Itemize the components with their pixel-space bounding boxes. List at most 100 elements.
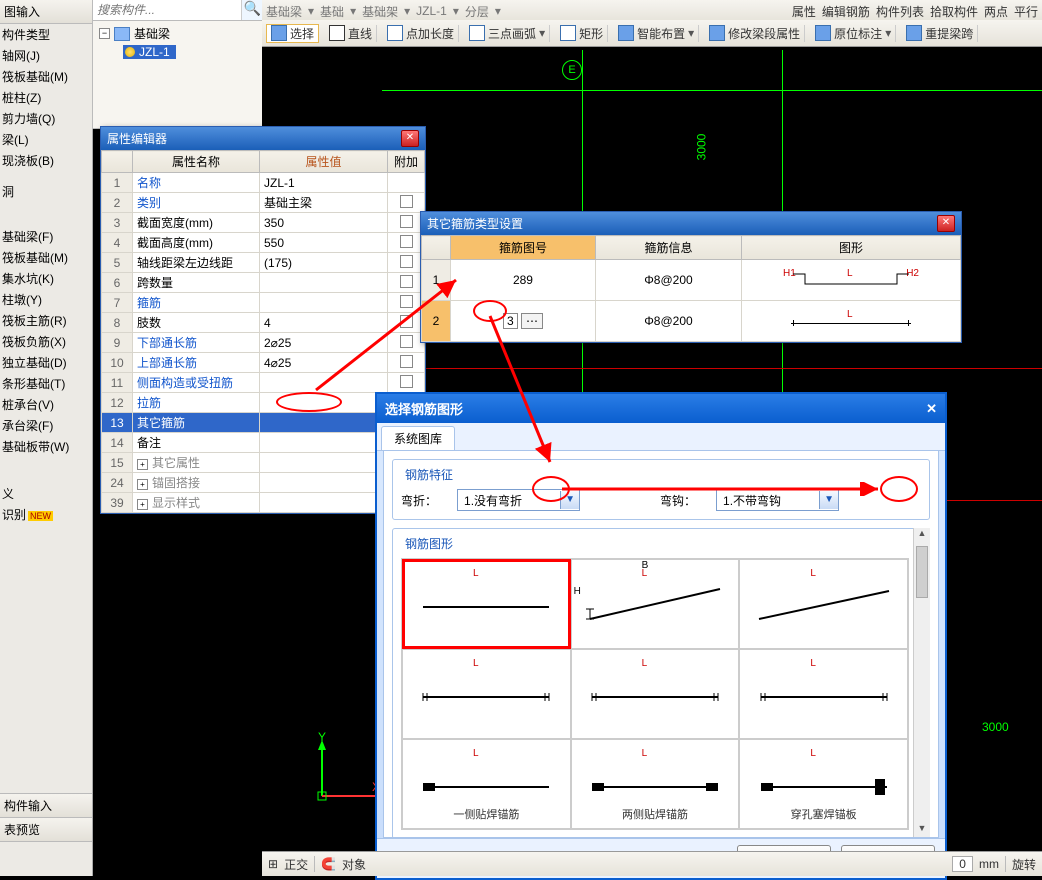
- tb1-item[interactable]: 基础梁: [266, 3, 302, 20]
- sidebar-item-recognize[interactable]: 识别: [0, 504, 92, 525]
- close-icon[interactable]: ✕: [401, 130, 419, 147]
- sidebar-item[interactable]: 条形基础(T): [0, 373, 92, 394]
- tool-smart[interactable]: 智能布置: [614, 25, 699, 42]
- rebar-shape-cell[interactable]: LBH: [571, 559, 740, 649]
- rebar-shape-cell[interactable]: L: [571, 649, 740, 739]
- bend-value: 1.没有弯折: [458, 492, 560, 509]
- ortho-toggle[interactable]: 正交: [284, 856, 308, 873]
- col-stirrup-shape[interactable]: 图形: [742, 236, 961, 260]
- rebar-shape-cell[interactable]: L两侧贴焊锚筋: [571, 739, 740, 829]
- property-row[interactable]: 2类别基础主梁: [102, 193, 425, 213]
- sidebar-item[interactable]: 基础梁(F): [0, 226, 92, 247]
- sidebar-item[interactable]: 洞: [0, 181, 92, 202]
- stirrup-info-cell[interactable]: Φ8@200: [595, 301, 741, 342]
- sidebar-item[interactable]: 集水坑(K): [0, 268, 92, 289]
- property-row[interactable]: 1名称JZL-1: [102, 173, 425, 193]
- stirrup-row[interactable]: 1 289 Φ8@200 H1 L H2: [422, 260, 961, 301]
- property-value-cell[interactable]: [260, 413, 388, 433]
- tb1-item[interactable]: 基础架: [362, 3, 398, 20]
- search-box: 🔍: [93, 0, 263, 21]
- search-input[interactable]: [93, 0, 241, 20]
- sidebar-item[interactable]: 承台梁(F): [0, 415, 92, 436]
- tree-root[interactable]: − 基础梁: [99, 25, 257, 42]
- tree-child-selected[interactable]: JZL-1: [123, 45, 176, 59]
- collapse-icon[interactable]: −: [99, 28, 110, 39]
- rebar-shape-cell[interactable]: L: [739, 649, 908, 739]
- sidebar-item[interactable]: 独立基础(D): [0, 352, 92, 373]
- sidebar-item[interactable]: 基础板带(W): [0, 436, 92, 457]
- stirrup-shape-cell: L: [742, 301, 961, 342]
- tool-select[interactable]: 选择: [266, 24, 319, 43]
- sidebar-item[interactable]: 筏板基础(M): [0, 247, 92, 268]
- sidebar-item[interactable]: 义: [0, 483, 92, 504]
- property-value-cell[interactable]: [260, 493, 388, 513]
- rebar-shape-cell[interactable]: L穿孔塞焊锚板: [739, 739, 908, 829]
- stirrup-info-cell[interactable]: Φ8@200: [595, 260, 741, 301]
- sidebar-item[interactable]: 柱墩(Y): [0, 289, 92, 310]
- sidebar-item[interactable]: 桩承台(V): [0, 394, 92, 415]
- tb1-component-list[interactable]: 构件列表: [876, 3, 924, 20]
- scroll-thumb[interactable]: [916, 546, 928, 598]
- rebar-shape-cell[interactable]: L: [739, 559, 908, 649]
- rebar-shape-cell[interactable]: L: [402, 649, 571, 739]
- tool-respan[interactable]: 重提梁跨: [902, 25, 978, 42]
- close-icon[interactable]: ✕: [937, 215, 955, 232]
- rebar-shape-cell[interactable]: L一侧贴焊锚筋: [402, 739, 571, 829]
- col-stirrup-info[interactable]: 箍筋信息: [595, 236, 741, 260]
- tool-annotate[interactable]: 原位标注: [811, 25, 896, 42]
- sidebar-item[interactable]: 现浇板(B): [0, 150, 92, 171]
- property-value-cell[interactable]: [260, 473, 388, 493]
- left-bottom-header1[interactable]: 构件输入: [0, 794, 92, 818]
- tb1-item[interactable]: JZL-1: [416, 4, 447, 18]
- scroll-down-icon[interactable]: ▼: [914, 823, 930, 838]
- tab-system-library[interactable]: 系统图库: [381, 426, 455, 450]
- rotate-label[interactable]: 旋转: [1012, 856, 1036, 873]
- sidebar-item[interactable]: 筏板负筋(X): [0, 331, 92, 352]
- draw-toolbar: 选择 直线 点加长度 三点画弧 矩形 智能布置 修改梁段属性 原位标注 重提梁跨: [262, 20, 1042, 47]
- tb1-pick[interactable]: 拾取构件: [930, 3, 978, 20]
- rebar-shape-group: 钢筋图形 LLBHLLLLL一侧贴焊锚筋L两侧贴焊锚筋L穿孔塞焊锚板 ▲ ▼: [392, 528, 930, 838]
- tool-arc3p[interactable]: 三点画弧: [465, 25, 550, 42]
- sidebar-item[interactable]: 桩柱(Z): [0, 87, 92, 108]
- tb1-twopoint[interactable]: 两点: [984, 3, 1008, 20]
- tb1-edit-rebar[interactable]: 编辑钢筋: [822, 3, 870, 20]
- property-value-cell[interactable]: 550: [260, 233, 388, 253]
- left-bottom-header2[interactable]: 表预览: [0, 818, 92, 842]
- property-value-cell[interactable]: JZL-1: [260, 173, 388, 193]
- object-snap[interactable]: 对象: [342, 856, 366, 873]
- property-editor-titlebar[interactable]: 属性编辑器 ✕: [101, 127, 425, 150]
- col-value: 属性值: [260, 151, 388, 173]
- tb1-attr[interactable]: 属性: [792, 3, 816, 20]
- search-icon[interactable]: 🔍: [241, 0, 263, 20]
- sidebar-item[interactable]: 筏板基础(M): [0, 66, 92, 87]
- tb1-parallel[interactable]: 平行: [1014, 3, 1038, 20]
- stirrup-titlebar[interactable]: 其它箍筋类型设置 ✕: [421, 212, 961, 235]
- value-field[interactable]: 0: [952, 856, 973, 872]
- property-value-cell[interactable]: 基础主梁: [260, 193, 388, 213]
- rebar-shape-grid: LLBHLLLLL一侧贴焊锚筋L两侧贴焊锚筋L穿孔塞焊锚板: [401, 558, 909, 830]
- tool-modify-beam[interactable]: 修改梁段属性: [705, 25, 805, 42]
- group-legend: 钢筋图形: [401, 535, 457, 552]
- sidebar-item[interactable]: 梁(L): [0, 129, 92, 150]
- property-value-cell[interactable]: [260, 453, 388, 473]
- tool-rect[interactable]: 矩形: [556, 25, 608, 42]
- rebar-shape-scrollbar[interactable]: ▲ ▼: [913, 528, 930, 838]
- sidebar-item[interactable]: 筏板主筋(R): [0, 310, 92, 331]
- tool-extend[interactable]: 点加长度: [383, 25, 459, 42]
- property-row[interactable]: 3截面宽度(mm)350: [102, 213, 425, 233]
- tool-line[interactable]: 直线: [325, 25, 377, 42]
- rebar-tabbar: 系统图库: [377, 423, 945, 451]
- scroll-up-icon[interactable]: ▲: [914, 528, 930, 544]
- tb1-item[interactable]: 分层: [465, 3, 489, 20]
- rebar-shape-cell[interactable]: L: [402, 559, 571, 649]
- sidebar-item[interactable]: 剪力墙(Q): [0, 108, 92, 129]
- close-icon[interactable]: ✕: [926, 401, 937, 417]
- sidebar-item[interactable]: 构件类型: [0, 24, 92, 45]
- component-icon: [125, 47, 135, 57]
- col-stirrup-code[interactable]: 箍筋图号: [451, 236, 596, 260]
- property-value-cell[interactable]: 350: [260, 213, 388, 233]
- tb1-item[interactable]: 基础: [320, 3, 344, 20]
- property-value-cell[interactable]: [260, 433, 388, 453]
- sidebar-item[interactable]: 轴网(J): [0, 45, 92, 66]
- property-row[interactable]: 4截面高度(mm)550: [102, 233, 425, 253]
